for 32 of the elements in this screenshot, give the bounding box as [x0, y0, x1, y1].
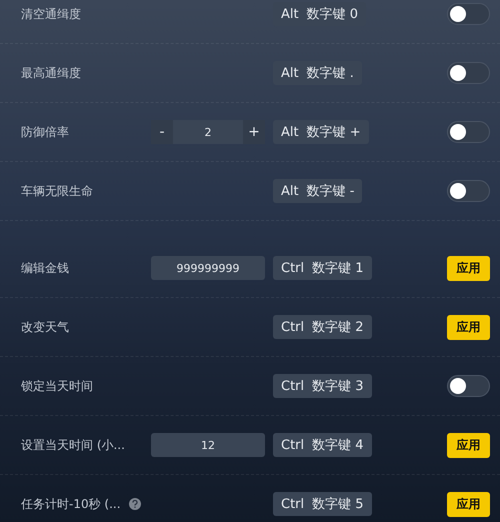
hotkey-badge[interactable]: Ctrl 数字键 4 [273, 433, 372, 457]
option-label: 最高通缉度 [21, 64, 81, 82]
hotkey-badge[interactable]: Ctrl 数字键 2 [273, 315, 372, 339]
hotkey-badge[interactable]: Ctrl 数字键 3 [273, 374, 372, 398]
hotkey-badge[interactable]: Ctrl 数字键 1 [273, 256, 372, 280]
toggle-switch[interactable] [447, 62, 490, 84]
input-field[interactable]: 12 [151, 433, 265, 457]
minus-button[interactable]: - [151, 120, 173, 144]
apply-button[interactable]: 应用 [447, 432, 490, 458]
apply-button[interactable]: 应用 [447, 314, 490, 340]
input-field[interactable]: 999999999 [151, 256, 265, 280]
hotkey-badge[interactable]: Alt 数字键 + [273, 120, 369, 144]
help-icon[interactable] [128, 498, 141, 510]
plus-button[interactable]: + [243, 120, 265, 144]
option-label: 锁定当天时间 [21, 378, 93, 394]
hotkey-badge[interactable]: Ctrl 数字键 5 [273, 492, 372, 516]
apply-button[interactable]: 应用 [447, 492, 490, 516]
hotkey-badge[interactable]: Alt 数字键 - [273, 179, 362, 203]
option-label: 任务计时-10秒 (... [21, 496, 121, 512]
hotkey-badge[interactable]: Alt 数字键 . [273, 61, 362, 85]
option-label: 清空通缉度 [21, 6, 81, 22]
toggle-switch[interactable] [447, 121, 490, 143]
option-label: 防御倍率 [21, 124, 69, 140]
apply-button[interactable]: 应用 [447, 256, 490, 280]
toggle-switch[interactable] [447, 3, 490, 25]
option-label: 改变天气 [21, 318, 69, 336]
toggle-switch[interactable] [447, 375, 490, 397]
number-field[interactable]: 2 [173, 120, 243, 144]
option-label: 车辆无限生命 [21, 182, 93, 200]
option-label: 编辑金钱 [21, 260, 69, 276]
option-label: 设置当天时间 (小... [21, 436, 125, 454]
toggle-switch[interactable] [447, 180, 490, 202]
